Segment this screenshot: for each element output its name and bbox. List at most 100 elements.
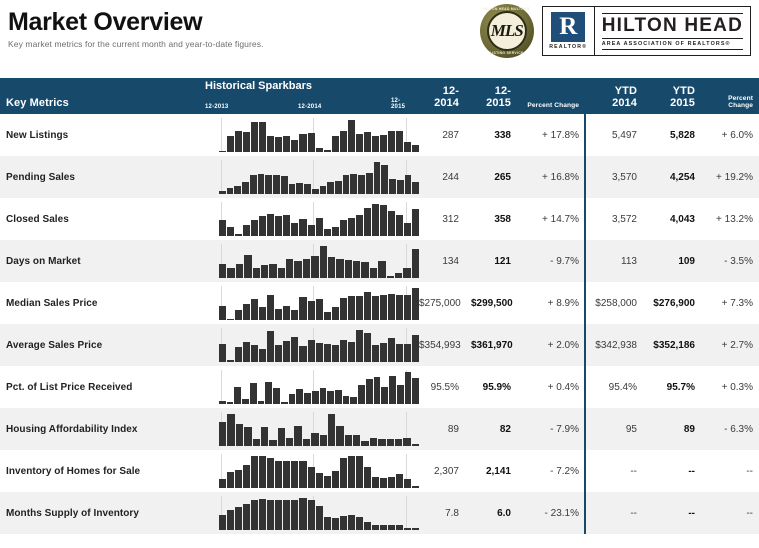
metric-label: Pct. of List Price Received [6, 381, 133, 393]
ytd-prior-value: $258,000 [595, 297, 637, 309]
ytd-percent-change: - 3.5% [724, 255, 753, 267]
metric-label: Median Sales Price [6, 297, 98, 309]
sparkbar-bar [371, 136, 379, 152]
sparkbar-bar [331, 227, 339, 236]
metrics-table-body: New Listings 287 338 + 17.8% 5,497 5,828 + 6.0… [0, 114, 759, 534]
month-percent-change: - 7.2% [550, 465, 579, 477]
sparkbar-bar [347, 218, 355, 236]
sparkbar-bar [404, 344, 412, 362]
sparkbar-bar [291, 310, 299, 320]
ytd-current-value: -- [688, 507, 695, 519]
sparkbar-bar [404, 372, 412, 404]
sparkbar-bar [387, 477, 396, 488]
sparkbar-bar [347, 296, 355, 320]
sparkbar-bar [304, 393, 311, 404]
sparkbar-bar [307, 301, 315, 320]
month-prior-value: $354,993 [419, 339, 461, 351]
ytd-percent-change: -- [746, 507, 753, 519]
sparkbar-bars [219, 244, 419, 278]
page-header: Market Overview Key market metrics for t… [0, 0, 759, 78]
sparkbar-bar [361, 262, 369, 278]
sparkbar-bar [302, 259, 311, 278]
sparkbar-date-end: 12-2015 [391, 98, 406, 110]
sparkbar-bar [331, 345, 339, 362]
sparkbar-bar [381, 165, 389, 194]
month-percent-change: + 14.7% [542, 213, 579, 225]
mls-seal-logo: HILTON HEAD MULTIPLE MLS LISTING SERVICE [479, 4, 534, 58]
sparkbar-bar [257, 174, 265, 194]
sparkbar-bar [319, 388, 327, 404]
sparkbar-chart [205, 324, 420, 366]
sparkbar-bar [355, 330, 363, 362]
ytd-current-value: 109 [678, 255, 695, 267]
sparkbar-bar [307, 340, 315, 362]
month-percent-change: + 17.8% [542, 129, 579, 141]
sparkbar-bar [219, 191, 226, 194]
sparkbar-bar [344, 260, 352, 278]
sparkbar-bar [396, 525, 404, 530]
sparkbar-bar [396, 295, 404, 320]
sparkbar-bar [251, 500, 259, 530]
sparkbar-bar [257, 401, 265, 404]
ytd-current-value: 95.7% [666, 381, 695, 393]
sparkbar-bar [267, 214, 275, 236]
sparkbar-bar [311, 256, 319, 278]
sparkbar-bar [219, 344, 227, 362]
sparkbar-bar [355, 517, 363, 530]
table-row: Average Sales Price $354,993 $361,970 + 2.0… [0, 324, 759, 366]
sparkbar-bar [396, 385, 404, 404]
sparkbar-bar [335, 181, 342, 194]
sparkbar-bar [299, 346, 307, 362]
sparkbar-bar [323, 344, 331, 362]
sparkbar-bar [219, 306, 227, 320]
sparkbar-bar [336, 259, 344, 278]
sparkbar-bar [404, 175, 412, 194]
sparkbar-bar [275, 137, 283, 152]
column-header-ytd-current-label: YTD 2015 [670, 85, 695, 109]
metric-label: Months Supply of Inventory [6, 507, 139, 519]
logo-rule-bottom [601, 48, 743, 50]
ytd-current-value: $276,900 [653, 297, 695, 309]
sparkbar-plot-area [219, 244, 419, 278]
month-current-value: $361,970 [471, 339, 513, 351]
sparkbar-bar [371, 296, 379, 320]
sparkbar-bar [315, 343, 323, 362]
sparkbar-bars [219, 328, 420, 362]
sparkbar-bar [259, 307, 267, 320]
sparkbar-bar [404, 479, 412, 488]
sparkbar-bar [386, 276, 394, 278]
sparkbar-bar [394, 439, 403, 446]
month-current-value: 95.9% [482, 381, 511, 393]
sparkbar-bar [307, 500, 315, 530]
sparkbar-bar [219, 479, 227, 488]
month-percent-change: + 16.8% [542, 171, 579, 183]
sparkbar-bar [299, 297, 307, 320]
sparkbar-bar [259, 122, 267, 152]
sparkbar-bar [243, 504, 251, 530]
metrics-table-container: Key Metrics Historical Sparkbars 12-2013… [0, 78, 759, 534]
month-current-value: 2,141 [485, 465, 511, 477]
sparkbar-bar [219, 264, 227, 278]
seal-bottom-text: LISTING SERVICE [489, 51, 524, 55]
sparkbar-bars [219, 370, 420, 404]
table-row: Closed Sales 312 358 + 14.7% 3,572 4,043 + 13.… [0, 198, 759, 240]
sparkbar-bar [307, 225, 315, 236]
sparkbar-plot-area [219, 202, 420, 236]
ytd-percent-change: + 6.0% [721, 129, 753, 141]
market-metrics-table: Key Metrics Historical Sparkbars 12-2013… [0, 78, 759, 534]
sparkbar-bar [386, 439, 394, 446]
table-row: Housing Affordability Index 89 82 - 7.9% 95 8… [0, 408, 759, 450]
sparkbar-bar [299, 219, 307, 236]
sparkbar-bar [387, 131, 396, 152]
ytd-current-value: -- [688, 465, 695, 477]
month-percent-change: + 0.4% [547, 381, 579, 393]
sparkbar-bar [267, 500, 275, 530]
sparkbar-bar [280, 176, 288, 194]
sparkbar-bar [396, 180, 404, 194]
column-header-sparkbars: Historical Sparkbars 12-2013 12-2014 12-… [205, 78, 413, 114]
column-header-key-metrics: Key Metrics [0, 78, 205, 114]
sparkbar-bar [269, 440, 277, 446]
table-row: Pct. of List Price Received 95.5% 95.9% + 0… [0, 366, 759, 408]
sparkbar-bar [347, 120, 355, 152]
sparkbar-bar [283, 341, 291, 362]
